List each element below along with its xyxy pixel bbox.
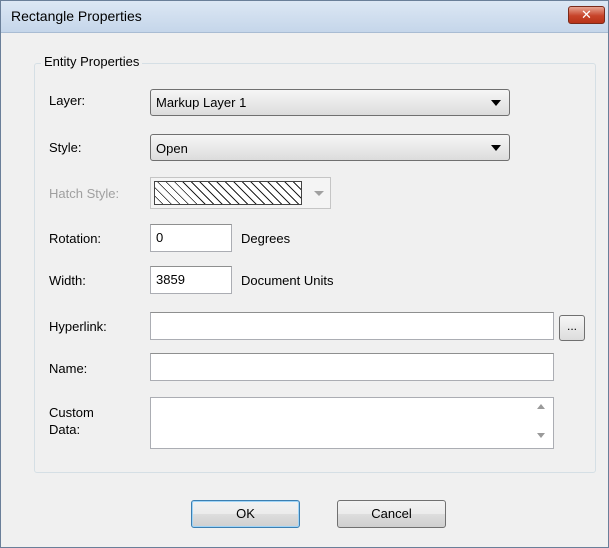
style-dropdown[interactable]: Open [150,134,510,161]
custom-data-label-line1: Custom [49,405,94,420]
cancel-button[interactable]: Cancel [337,500,446,528]
custom-data-label-line2: Data: [49,422,81,437]
hatch-style-label: Hatch Style: [49,186,120,201]
layer-label: Layer: [49,93,86,108]
rotation-unit: Degrees [241,231,291,246]
name-label: Name: [49,361,88,376]
style-value: Open [156,141,188,156]
close-icon: ✕ [581,7,592,23]
title-bar[interactable]: Rectangle Properties ✕ [1,1,608,33]
width-input[interactable]: 3859 [150,266,232,294]
ok-button[interactable]: OK [191,500,300,528]
scroll-down-icon[interactable] [537,433,545,438]
custom-data-textarea[interactable] [150,397,554,449]
group-legend: Entity Properties [41,54,143,69]
dialog-window: Rectangle Properties ✕ Entity Properties… [0,0,609,548]
hyperlink-label: Hyperlink: [49,319,107,334]
width-label: Width: [49,273,86,288]
rotation-label: Rotation: [49,231,102,246]
rotation-input[interactable]: 0 [150,224,232,252]
layer-value: Markup Layer 1 [156,95,247,110]
width-unit: Document Units [241,273,334,288]
chevron-down-icon [491,145,501,151]
chevron-down-icon [314,191,324,196]
hatch-pattern-swatch [154,181,302,205]
name-input[interactable] [150,353,554,381]
hyperlink-input[interactable] [150,312,554,340]
dialog-title: Rectangle Properties [11,8,142,24]
layer-dropdown[interactable]: Markup Layer 1 [150,89,510,116]
chevron-down-icon [491,100,501,106]
close-button[interactable]: ✕ [568,6,605,24]
style-label: Style: [49,140,82,155]
hyperlink-browse-button[interactable]: ... [559,315,585,341]
hatch-style-dropdown [150,177,331,209]
scroll-up-icon[interactable] [537,404,545,409]
